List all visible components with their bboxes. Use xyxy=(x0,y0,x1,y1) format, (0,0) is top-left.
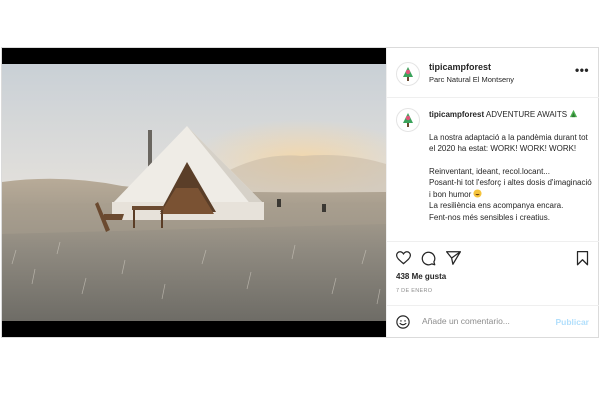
paper-plane-icon[interactable] xyxy=(446,251,461,265)
camping-emoji-icon xyxy=(570,109,578,118)
likes-count[interactable]: 438 Me gusta xyxy=(396,272,446,281)
username-link[interactable]: tipicampforest xyxy=(429,62,491,72)
publish-button[interactable]: Publicar xyxy=(555,317,589,327)
heart-icon[interactable] xyxy=(396,251,411,265)
action-bar xyxy=(387,241,599,271)
avatar[interactable] xyxy=(396,108,420,132)
caption-line: Posant-hi tot l'esforç i altes dosis d'i… xyxy=(429,178,592,199)
post-sidebar: tipicampforest Parc Natural El Montseny … xyxy=(386,48,599,337)
brand-logo-icon xyxy=(403,67,413,81)
caption-username[interactable]: tipicampforest xyxy=(429,110,484,119)
comment-icon[interactable] xyxy=(421,251,436,266)
grin-emoji-icon xyxy=(473,188,483,198)
bookmark-icon[interactable] xyxy=(576,251,589,266)
comment-input[interactable] xyxy=(422,312,552,330)
caption-line: La nostra adaptació a la pandèmia durant… xyxy=(429,132,588,154)
post-header: tipicampforest Parc Natural El Montseny … xyxy=(387,48,599,98)
smiley-icon[interactable] xyxy=(396,315,410,329)
location-link[interactable]: Parc Natural El Montseny xyxy=(429,75,514,84)
post-photo[interactable] xyxy=(2,48,386,337)
caption-headline: ADVENTURE AWAITS xyxy=(485,110,568,119)
avatar[interactable] xyxy=(396,62,420,86)
more-options-icon[interactable]: ••• xyxy=(575,64,589,76)
caption-line: La resiliència ens acompanya encara. xyxy=(429,201,564,210)
brand-logo-icon xyxy=(403,113,413,127)
caption-line: Reinventant, ideant, recol.locant... xyxy=(429,166,550,176)
post-date[interactable]: 7 DE ENERO xyxy=(396,288,432,294)
add-comment-bar: Publicar xyxy=(387,305,599,337)
tent-in-frosty-meadow-image xyxy=(2,64,386,321)
post-caption: tipicampforest ADVENTURE AWAITS La nostr… xyxy=(429,109,595,223)
caption-area: tipicampforest ADVENTURE AWAITS La nostr… xyxy=(387,98,599,241)
caption-line: Fent-nos més sensibles i creatius. xyxy=(429,212,550,222)
instagram-post: tipicampforest Parc Natural El Montseny … xyxy=(1,47,599,338)
